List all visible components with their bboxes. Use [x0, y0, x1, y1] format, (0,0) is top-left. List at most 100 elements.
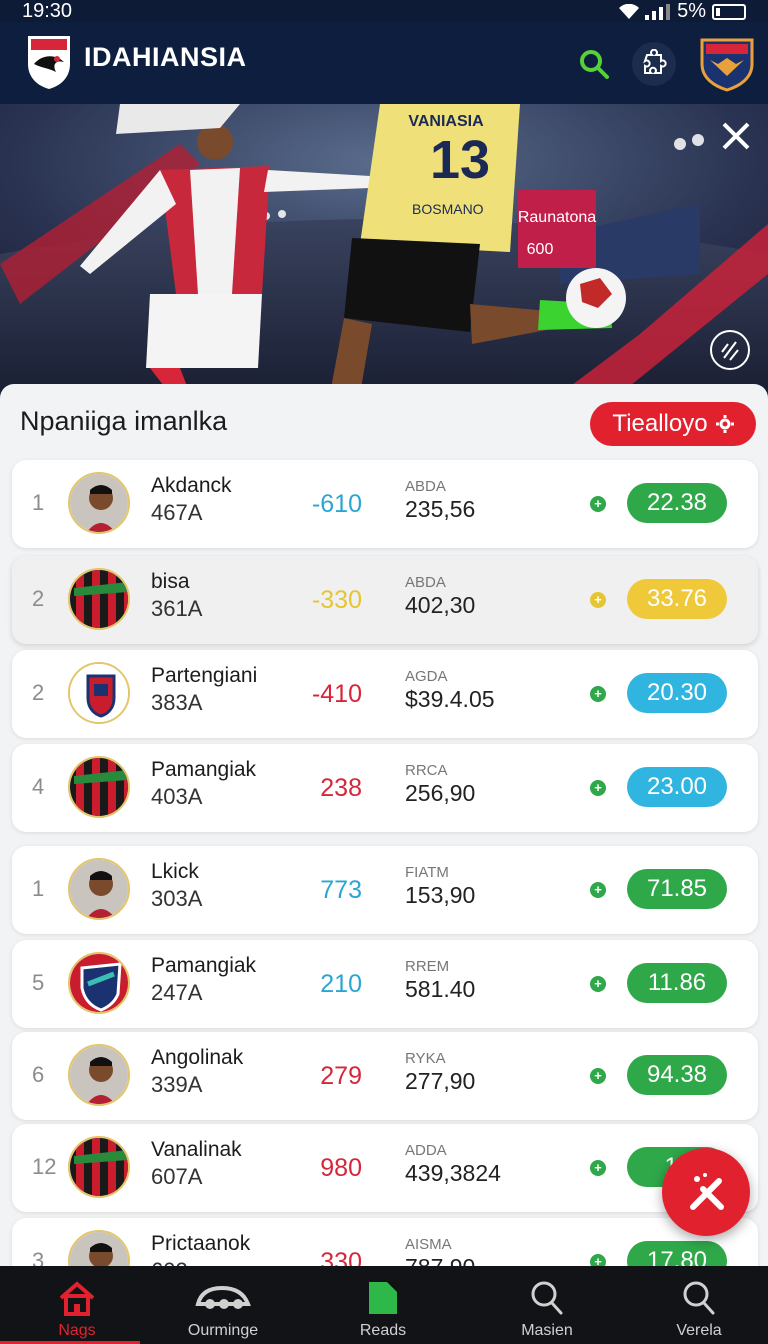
row-change: 773 [320, 876, 362, 904]
app-logo[interactable] [26, 34, 72, 90]
nav-item-reads[interactable]: Reads [306, 1266, 460, 1344]
floating-action-button[interactable] [662, 1148, 750, 1236]
row-name: Pamangiak [151, 758, 257, 781]
row-value: 153,90 [405, 882, 476, 908]
ranking-row[interactable]: 1 Akdanck 467A -610 ABDA 235,56 + 22.38 [12, 460, 758, 548]
filter-button[interactable]: Tiealloyo [590, 402, 756, 446]
score-badge[interactable]: 11.86 [627, 963, 727, 1003]
row-change: 238 [320, 774, 362, 802]
plus-icon: + [590, 1254, 606, 1266]
row-value: 402,30 [405, 592, 476, 618]
tools-icon [690, 1173, 724, 1210]
signal-icon [645, 3, 671, 20]
row-label: AISMA [405, 1236, 452, 1253]
nav-item-verela[interactable]: Verela [622, 1266, 768, 1344]
row-change: -410 [311, 680, 362, 708]
close-icon[interactable] [718, 118, 754, 154]
filter-button-label: Tiealloyo [612, 410, 708, 437]
search-icon [530, 1280, 564, 1316]
board-text: Raunatona [518, 209, 596, 226]
plus-icon: + [590, 592, 606, 608]
rank-number: 4 [32, 774, 45, 799]
extensions-button[interactable] [632, 42, 676, 86]
row-change: 330 [320, 1248, 362, 1266]
plus-icon: + [590, 686, 606, 702]
ranking-row[interactable]: 12 Vanalinak 607A 980 ADDA 439,3824 + 11 [12, 1124, 758, 1212]
nav-item-masien[interactable]: Masien [470, 1266, 624, 1344]
score-badge[interactable]: 22.38 [627, 483, 727, 523]
ranking-row[interactable]: 2 Partengiani 383A -410 AGDA $39.4.05 + … [12, 650, 758, 738]
ranking-row[interactable]: 5 Pamangiak 247A 210 RREM 581.40 + 11.86 [12, 940, 758, 1028]
row-name: Pamangiak [151, 954, 257, 977]
status-bar: 19:30 5% [0, 0, 768, 22]
row-code: 383A [151, 690, 203, 715]
book-icon [365, 1280, 401, 1316]
row-value: $39.4.05 [405, 686, 495, 712]
row-code: 602 [151, 1258, 188, 1266]
avatar [68, 1230, 130, 1266]
row-name: Vanalinak [151, 1138, 242, 1161]
rank-number: 6 [32, 1062, 45, 1087]
hero-banner[interactable]: Raunatona 600 13 VANIASIA BOSMANO [0, 104, 768, 394]
avatar [68, 1136, 130, 1198]
battery-icon [712, 3, 746, 20]
avatar [68, 1044, 130, 1106]
row-code: 467A [151, 500, 203, 525]
banner-expand-button[interactable] [710, 330, 750, 370]
row-value: 277,90 [405, 1068, 476, 1094]
plus-icon: + [590, 1160, 606, 1176]
battery-percent: 5% [677, 0, 706, 22]
slash-icon [721, 341, 739, 361]
jersey-name: BOSMANO [412, 201, 484, 217]
rank-number: 1 [32, 876, 45, 901]
rank-number: 3 [32, 1248, 45, 1266]
match-illustration: Raunatona 600 13 VANIASIA BOSMANO [0, 104, 768, 394]
app-title: IDAHIANSIA [84, 42, 247, 72]
plus-icon: + [590, 496, 606, 512]
row-label: ABDA [405, 574, 446, 591]
home-icon [57, 1280, 97, 1316]
nav-label: Masien [521, 1322, 573, 1339]
rank-number: 12 [32, 1154, 57, 1179]
car-icon [194, 1280, 252, 1316]
score-badge[interactable]: 23.00 [627, 767, 727, 807]
plus-icon: + [590, 976, 606, 992]
avatar [68, 662, 130, 724]
nav-item-ourminge[interactable]: Ourminge [146, 1266, 300, 1344]
nav-label: Nags [58, 1322, 96, 1339]
search-button[interactable] [572, 42, 616, 86]
status-icons: 5% [619, 0, 746, 23]
plus-icon: + [590, 780, 606, 796]
row-change: 980 [320, 1154, 362, 1182]
board-number: 600 [527, 241, 554, 258]
nav-label: Verela [676, 1322, 722, 1339]
score-badge[interactable]: 33.76 [627, 579, 727, 619]
avatar [68, 756, 130, 818]
jersey-number: 13 [430, 130, 490, 190]
puzzle-icon [643, 49, 667, 74]
score-badge[interactable]: 94.38 [627, 1055, 727, 1095]
avatar [68, 952, 130, 1014]
rank-number: 2 [32, 586, 45, 611]
plus-icon: + [590, 882, 606, 898]
row-label: ABDA [405, 478, 446, 495]
avatar [68, 568, 130, 630]
ranking-row[interactable]: 6 Angolinak 339A 279 RYKA 277,90 + 94.38 [12, 1032, 758, 1120]
ranking-row[interactable]: 4 Pamangiak 403A 238 RRCA 256,90 + 23.00 [12, 744, 758, 832]
row-value: 235,56 [405, 496, 476, 522]
score-badge[interactable]: 17.80 [627, 1241, 727, 1266]
row-change: -330 [311, 586, 362, 614]
section-title: Npaniiga imanlka [20, 406, 228, 436]
ranking-row[interactable]: 1 Lkick 303A 773 FIATM 153,90 + 71.85 [12, 846, 758, 934]
nav-item-nags[interactable]: Nags [0, 1266, 154, 1344]
score-badge[interactable]: 20.30 [627, 673, 727, 713]
row-label: FIATM [405, 864, 449, 881]
score-badge[interactable]: 71.85 [627, 869, 727, 909]
team-crest[interactable] [698, 34, 756, 92]
ranking-row[interactable]: 3 Prictaanok 602 330 AISMA 787,90 + 17.8… [12, 1218, 758, 1266]
ranking-row[interactable]: 2 bisa 361A -330 ABDA 402,30 + 33.76 [12, 556, 758, 644]
nav-label: Ourminge [187, 1322, 259, 1339]
row-value: 787,90 [405, 1254, 475, 1266]
row-name: Angolinak [151, 1046, 244, 1069]
row-label: RRCA [405, 762, 448, 779]
